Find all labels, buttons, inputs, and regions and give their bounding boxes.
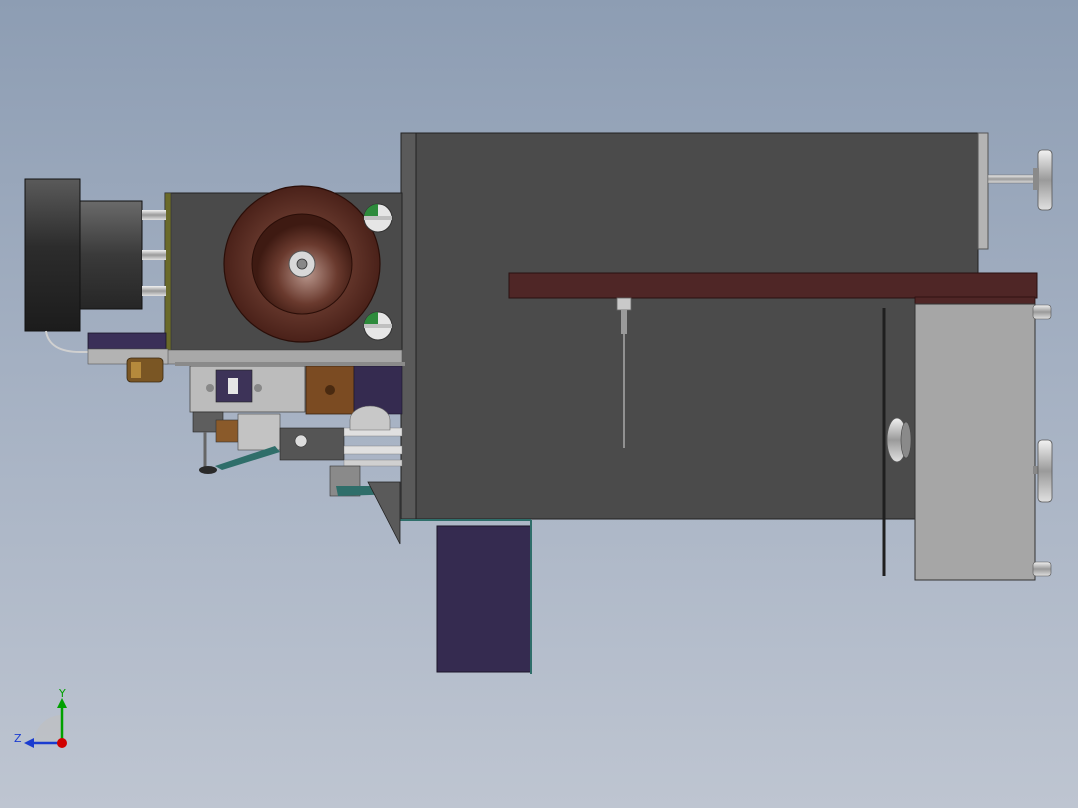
angled-support [367, 481, 401, 545]
brass-fitting[interactable] [126, 357, 164, 383]
maroon-rail [508, 272, 1038, 299]
z-axis-label: Z [14, 732, 22, 745]
motor-bracket [87, 332, 167, 350]
side-handwheel[interactable] [1033, 439, 1053, 503]
drive-motor[interactable] [24, 178, 166, 353]
bronze-wheel[interactable] [223, 185, 381, 343]
y-axis-label: Y [58, 687, 66, 700]
dial-bottom[interactable] [363, 311, 393, 341]
bolt-strip [175, 362, 405, 366]
feed-mechanism[interactable] [189, 365, 403, 497]
cad-viewport[interactable] [0, 0, 1078, 808]
dial-top[interactable] [363, 203, 393, 233]
rail-step [914, 296, 1036, 305]
right-side-box[interactable] [914, 303, 1052, 581]
coordinate-triad-icon: Y Z [14, 687, 67, 748]
top-handwheel[interactable] [987, 149, 1053, 211]
lower-purple-box[interactable] [400, 519, 532, 674]
